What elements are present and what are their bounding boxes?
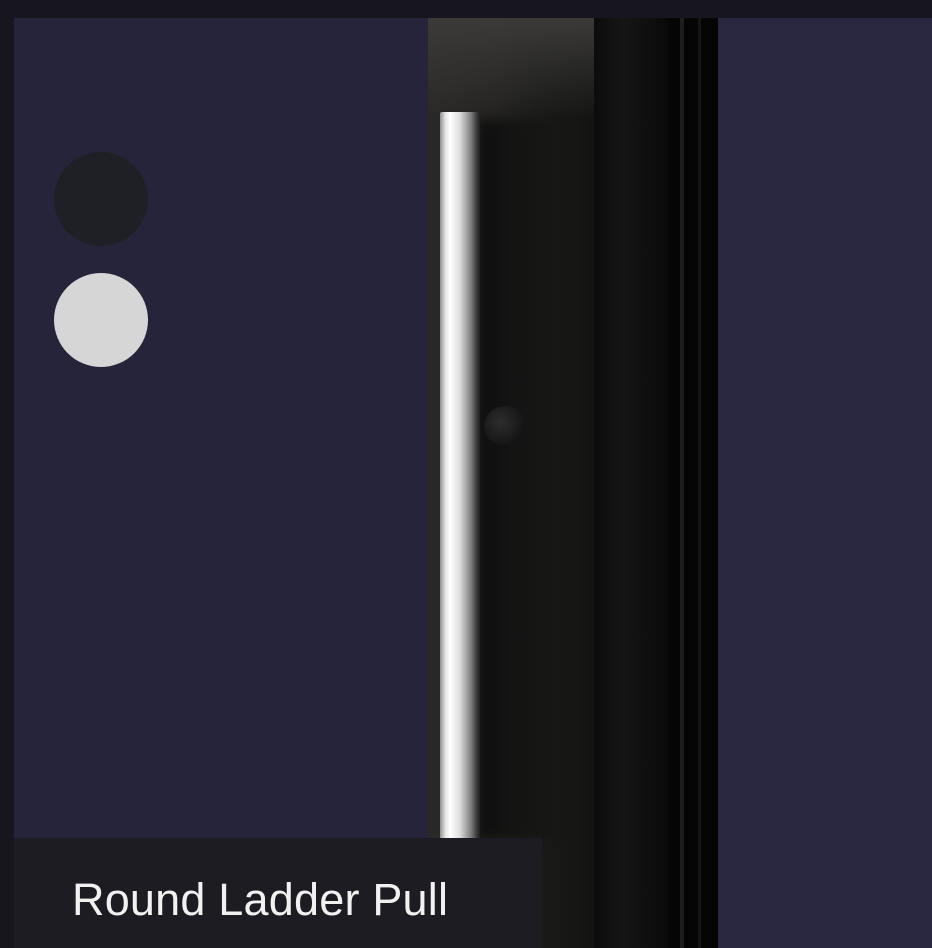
product-name[interactable]: Round Ladder Pull bbox=[72, 874, 448, 926]
photo-highlight bbox=[428, 18, 598, 118]
handle-standoff bbox=[484, 406, 526, 446]
door-frame bbox=[594, 18, 668, 948]
handle-shadow bbox=[478, 120, 558, 840]
adjacent-product-card[interactable] bbox=[718, 18, 932, 948]
finish-swatch-matte-black[interactable] bbox=[54, 152, 148, 246]
finish-swatch-brushed-silver[interactable] bbox=[54, 273, 148, 367]
door-edge bbox=[668, 18, 718, 948]
finish-selector-card bbox=[14, 18, 428, 838]
ladder-pull-handle bbox=[440, 112, 480, 838]
top-strip bbox=[0, 0, 932, 16]
